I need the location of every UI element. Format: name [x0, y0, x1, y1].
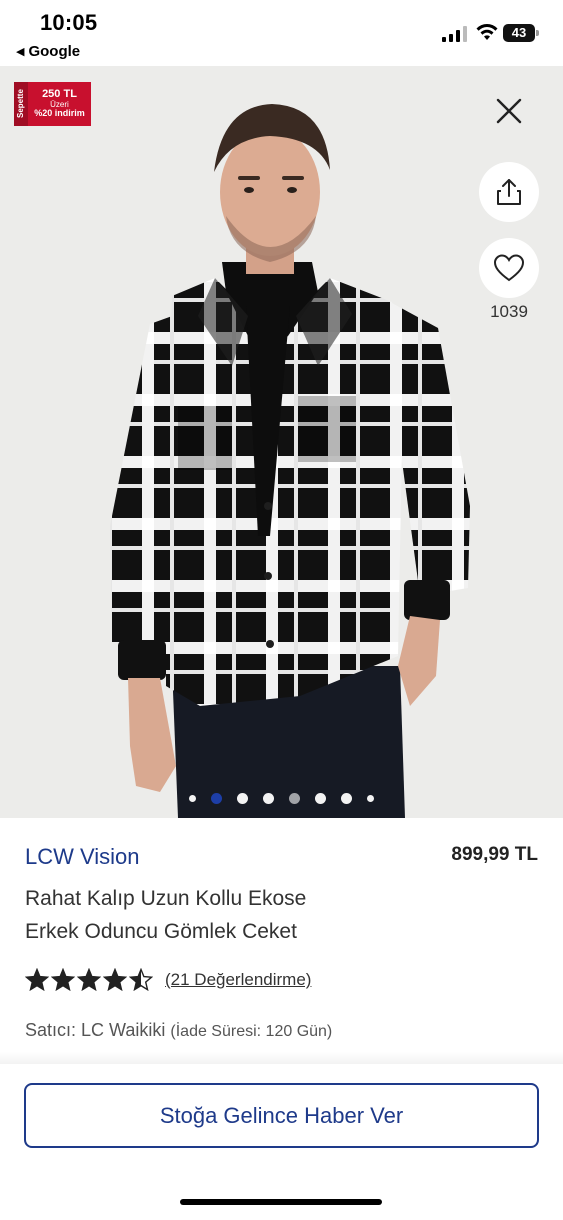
carousel-dot[interactable] — [289, 792, 300, 804]
star-icon — [129, 968, 153, 992]
product-image[interactable]: Sepette 250 TL Üzeri %20 indirim 1039 — [0, 66, 563, 818]
close-icon — [496, 98, 522, 124]
back-to-app-link[interactable]: ◀ Google — [16, 43, 80, 60]
product-title: Rahat Kalıp Uzun Kollu Ekose Erkek Odunc… — [25, 882, 385, 948]
share-button[interactable] — [479, 162, 539, 222]
product-price: 899,99 TL — [451, 844, 538, 865]
product-title-line2: Erkek Oduncu Gömlek Ceket — [25, 920, 297, 943]
carousel-dot[interactable] — [367, 794, 374, 802]
carousel-dot[interactable] — [237, 792, 248, 804]
star-icon — [103, 968, 127, 992]
home-indicator[interactable] — [180, 1199, 382, 1205]
back-triangle-icon: ◀ — [16, 46, 25, 58]
star-icon — [25, 968, 49, 992]
star-icon — [77, 968, 101, 992]
return-period: (İade Süresi: 120 Gün) — [170, 1023, 333, 1040]
carousel-dot[interactable] — [341, 792, 352, 804]
favorite-button[interactable] — [479, 238, 539, 298]
battery-level: 43 — [503, 24, 535, 42]
back-app-label: Google — [28, 43, 81, 60]
rating-stars — [25, 968, 153, 992]
heart-icon — [494, 254, 524, 282]
promo-badge: Sepette 250 TL Üzeri %20 indirim — [14, 82, 91, 126]
rating-row[interactable]: (21 Değerlendirme) — [25, 968, 311, 992]
favorite-count: 1039 — [490, 302, 528, 321]
battery-indicator: 43 — [503, 24, 539, 42]
status-bar: 10:05 ◀ Google 43 — [0, 0, 563, 66]
carousel-dots[interactable] — [0, 790, 563, 806]
notify-when-in-stock-button[interactable]: Stoğa Gelince Haber Ver — [24, 1083, 539, 1148]
carousel-dot[interactable] — [189, 794, 196, 802]
brand-name[interactable]: LCW Vision — [25, 844, 140, 870]
status-time: 10:05 — [40, 10, 98, 35]
promo-side-label: Sepette — [14, 82, 28, 126]
wifi-icon — [476, 24, 498, 40]
product-title-line1: Rahat Kalıp Uzun Kollu Ekose — [25, 887, 307, 910]
seller-name: Satıcı: LC Waikiki — [25, 1020, 166, 1040]
divider-shadow — [0, 1052, 563, 1064]
product-photo — [0, 66, 563, 818]
reviews-link[interactable]: (21 Değerlendirme) — [165, 970, 311, 990]
close-button[interactable] — [490, 92, 528, 130]
carousel-dot[interactable] — [211, 792, 222, 804]
share-icon — [497, 179, 521, 205]
promo-discount: %20 indirim — [34, 108, 85, 119]
cellular-signal-icon — [442, 26, 467, 42]
seller-info: Satıcı: LC Waikiki (İade Süresi: 120 Gün… — [25, 1020, 332, 1041]
carousel-dot[interactable] — [315, 792, 326, 804]
carousel-dot[interactable] — [263, 792, 274, 804]
star-icon — [51, 968, 75, 992]
